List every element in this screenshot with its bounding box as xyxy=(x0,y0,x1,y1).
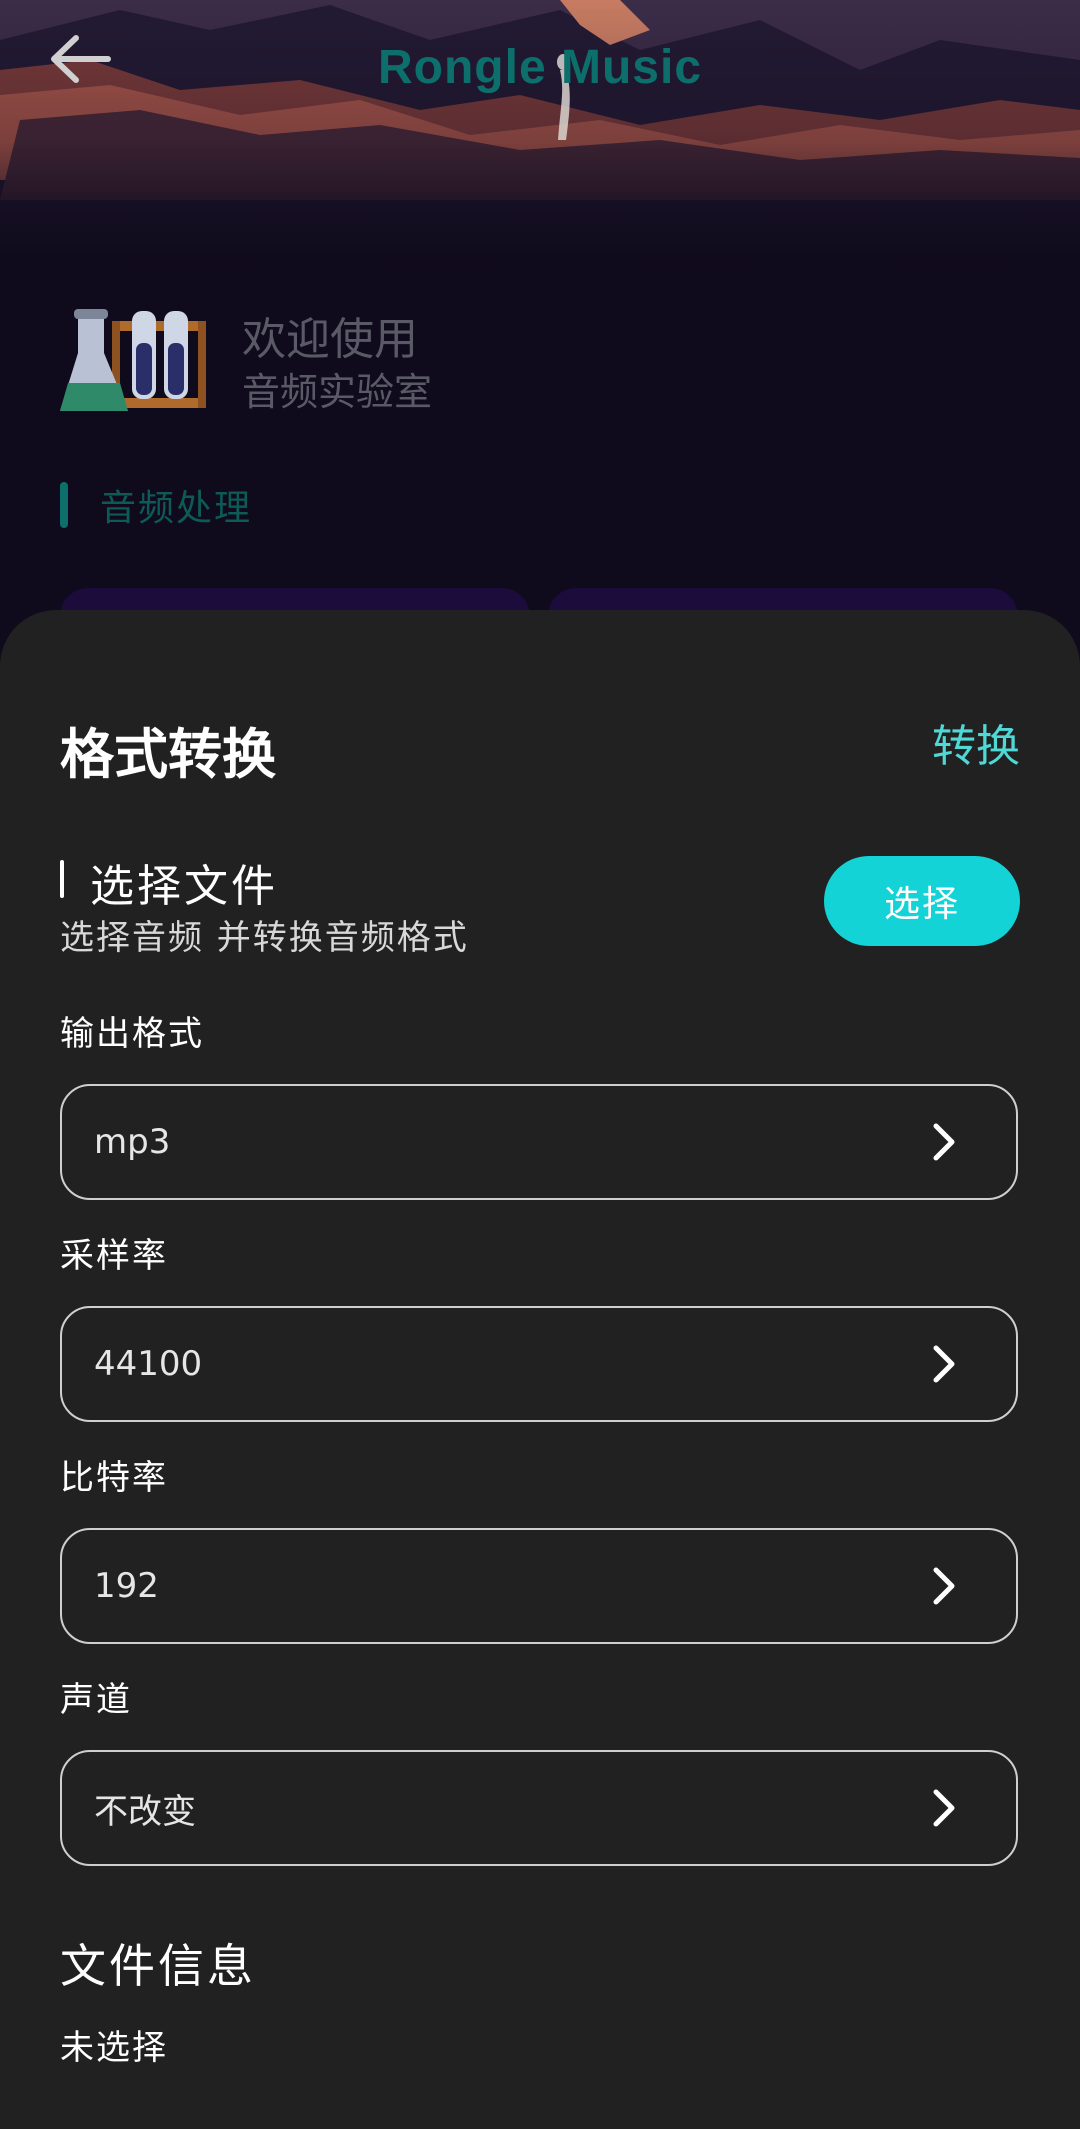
file-info-value: 未选择 xyxy=(60,2028,168,2068)
app-title: Rongle Music xyxy=(377,41,703,94)
channel-label: 声道 xyxy=(60,1680,132,1720)
output-format-label: 输出格式 xyxy=(60,1014,204,1054)
sample-rate-select[interactable]: 44100 xyxy=(60,1306,1018,1422)
file-section-marker xyxy=(60,860,64,898)
output-format-select[interactable]: mp3 xyxy=(60,1084,1018,1200)
sheet-title: 格式转换 xyxy=(60,723,276,786)
bit-rate-label: 比特率 xyxy=(60,1458,168,1498)
format-convert-sheet: 格式转换 转换 选择文件 选择音频 并转换音频格式 选择 输出格式 mp3 采样… xyxy=(0,610,1080,2129)
convert-button[interactable]: 转换 xyxy=(932,710,1020,774)
chevron-right-icon xyxy=(914,1778,974,1838)
section-accent-bar xyxy=(60,482,68,528)
header-banner: Rongle Music xyxy=(0,0,1080,260)
welcome-banner: 欢迎使用 音频实验室 xyxy=(60,300,432,430)
chevron-right-icon xyxy=(914,1556,974,1616)
welcome-subtitle: 音频实验室 xyxy=(242,370,433,415)
sample-rate-value: 44100 xyxy=(94,1344,203,1384)
chevron-right-icon xyxy=(914,1334,974,1394)
output-format-value: mp3 xyxy=(94,1122,171,1162)
chevron-right-icon xyxy=(914,1112,974,1172)
lab-flask-icon xyxy=(60,308,206,411)
section-title: 音频处理 xyxy=(100,488,253,529)
file-select-description: 选择音频 并转换音频格式 xyxy=(60,918,469,958)
channel-select[interactable]: 不改变 xyxy=(60,1750,1018,1866)
bit-rate-select[interactable]: 192 xyxy=(60,1528,1018,1644)
landscape-illustration xyxy=(0,0,1080,260)
welcome-title: 欢迎使用 xyxy=(242,313,418,365)
section-header: 音频处理 xyxy=(60,480,252,530)
sample-rate-label: 采样率 xyxy=(60,1236,168,1276)
file-select-title: 选择文件 xyxy=(90,861,278,912)
bit-rate-value: 192 xyxy=(94,1566,159,1606)
file-info-title: 文件信息 xyxy=(60,1939,256,1993)
select-file-button[interactable]: 选择 xyxy=(824,856,1020,946)
channel-value: 不改变 xyxy=(94,1791,196,1832)
